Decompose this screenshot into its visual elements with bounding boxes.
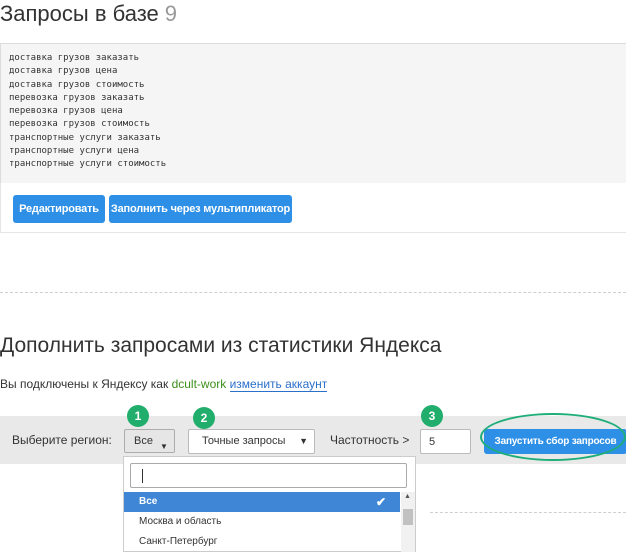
divider: [0, 292, 626, 293]
step-badge-1: 1: [127, 405, 149, 427]
caret-down-icon: ▼: [160, 442, 168, 451]
query-item: транспортные услуги стоимость: [9, 159, 167, 170]
frequency-label: Частотность >: [330, 433, 410, 447]
query-type-value: Точные запросы: [202, 435, 286, 447]
step-badge-2: 2: [193, 407, 215, 429]
username: dcult-work: [171, 377, 227, 391]
base-count: 9: [164, 1, 178, 26]
query-item: перевозка грузов цена: [9, 106, 123, 117]
text-cursor: [142, 469, 143, 483]
base-title: Запросы в базе: [0, 1, 159, 26]
query-item: доставка грузов стоимость: [9, 79, 145, 90]
triangle-down-icon: ▼: [299, 436, 308, 446]
query-item: транспортные услуги цена: [9, 146, 140, 157]
fill-multiplier-button[interactable]: Заполнить через мультипликатор: [109, 195, 292, 223]
divider-lower: [430, 512, 626, 513]
change-account-link[interactable]: изменить аккаунт: [229, 377, 328, 392]
query-item: транспортные услуги заказать: [9, 132, 161, 143]
query-item: доставка грузов цена: [9, 66, 118, 77]
section-title: Дополнить запросами из статистики Яндекс…: [0, 334, 442, 357]
step-badge-3: 3: [421, 405, 443, 427]
query-list-box[interactable]: доставка грузов заказать доставка грузов …: [0, 43, 626, 184]
region-label: Выберите регион:: [12, 433, 112, 447]
region-option-label: Все: [139, 496, 158, 507]
region-option[interactable]: Санкт-Петербург: [124, 532, 400, 552]
run-collection-button[interactable]: Запустить сбор запросов: [484, 429, 626, 454]
query-list: доставка грузов заказать доставка грузов …: [9, 52, 166, 172]
region-option[interactable]: Все ✔: [124, 492, 400, 512]
arrow-up-icon[interactable]: ▲: [404, 493, 411, 500]
frequency-input[interactable]: [420, 429, 471, 454]
query-actions-panel: Редактировать Заполнить через мультиплик…: [0, 183, 626, 233]
query-type-select[interactable]: Точные запросы ▼: [188, 429, 315, 454]
connection-status: Вы подключены к Яндексу как dcult-work и…: [0, 377, 328, 392]
region-value: Все: [134, 435, 153, 447]
region-option-label: Москва и область: [139, 516, 222, 527]
region-dropdown: Все ✔ Москва и область Санкт-Петербург ▲: [123, 456, 416, 552]
scrollbar-thumb[interactable]: [403, 509, 413, 525]
check-icon: ✔: [375, 495, 386, 509]
region-option-label: Санкт-Петербург: [139, 536, 218, 547]
region-search-input[interactable]: [130, 463, 407, 488]
dropdown-scrollbar[interactable]: ▲: [401, 492, 415, 552]
page-title: Запросы в базе 9: [0, 1, 177, 27]
region-options: Все ✔ Москва и область Санкт-Петербург: [124, 492, 400, 552]
region-option[interactable]: Москва и область: [124, 512, 400, 532]
connected-prefix: Вы подключены к Яндексу как: [0, 377, 169, 391]
edit-button[interactable]: Редактировать: [13, 195, 105, 223]
query-item: доставка грузов заказать: [9, 53, 140, 63]
query-item: перевозка грузов стоимость: [9, 119, 150, 130]
query-item: перевозка грузов заказать: [9, 92, 145, 103]
region-dropdown-button[interactable]: Все ▼: [124, 429, 175, 453]
